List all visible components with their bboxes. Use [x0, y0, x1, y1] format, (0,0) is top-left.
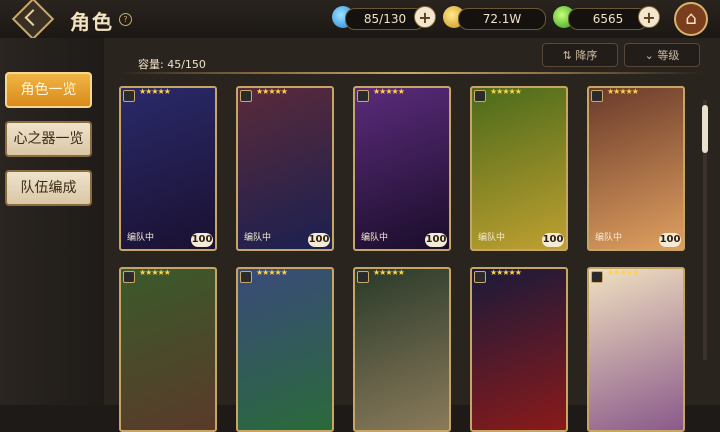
in-team-label: 编队中: [361, 233, 389, 243]
sort-order-label: 降序: [575, 49, 598, 62]
rarity-stars: ★★★★★: [490, 268, 522, 277]
element-icon: [123, 271, 135, 283]
level-badge: 100: [425, 233, 447, 247]
element-icon: [474, 90, 486, 102]
character-card[interactable]: ★★★★★: [236, 267, 334, 432]
capacity-label: 容量: 45/150: [138, 58, 206, 71]
rarity-stars: ★★★★★: [139, 268, 171, 277]
rarity-stars: ★★★★★: [607, 268, 639, 277]
chevron-left-icon: [24, 9, 42, 27]
element-icon: [240, 90, 252, 102]
rarity-stars: ★★★★★: [373, 87, 405, 96]
level-badge: 100: [659, 233, 681, 247]
rarity-stars: ★★★★★: [373, 268, 405, 277]
rarity-stars: ★★★★★: [139, 87, 171, 96]
sort-by-label: 等级: [657, 49, 680, 62]
element-icon: [357, 271, 369, 283]
divider: [118, 72, 702, 74]
element-icon: [123, 90, 135, 102]
character-card[interactable]: ★★★★★: [470, 267, 568, 432]
home-button[interactable]: ⌂: [674, 2, 708, 36]
top-bar: 角色 ? 85/130 + 72.1W 6565 + ⌂: [0, 0, 720, 41]
level-badge: 100: [542, 233, 564, 247]
sidebar: 角色一览 心之器一览 队伍编成: [0, 38, 104, 405]
sort-order-button[interactable]: ⇅ 降序: [542, 43, 618, 67]
rarity-stars: ★★★★★: [490, 87, 522, 96]
chevron-down-icon: ⌄: [644, 49, 658, 62]
add-stamina-button[interactable]: +: [414, 6, 436, 28]
in-team-label: 编队中: [595, 233, 623, 243]
sort-by-dropdown[interactable]: ⌄ 等级: [624, 43, 700, 67]
gem-counter: 6565: [568, 8, 648, 30]
element-icon: [357, 90, 369, 102]
character-card[interactable]: ★★★★★ 编队中 100: [236, 86, 334, 251]
in-team-label: 编队中: [127, 233, 155, 243]
level-badge: 100: [308, 233, 330, 247]
character-card[interactable]: ★★★★★: [353, 267, 451, 432]
character-card[interactable]: ★★★★★: [119, 267, 217, 432]
element-icon: [474, 271, 486, 283]
in-team-label: 编队中: [478, 233, 506, 243]
character-card[interactable]: ★★★★★: [587, 267, 685, 432]
element-icon: [240, 271, 252, 283]
rarity-stars: ★★★★★: [607, 87, 639, 96]
in-team-label: 编队中: [244, 233, 272, 243]
home-icon: ⌂: [685, 8, 697, 29]
sort-icon: ⇅: [562, 49, 576, 62]
stamina-counter: 85/130: [345, 8, 425, 30]
add-gem-button[interactable]: +: [638, 6, 660, 28]
level-badge: 100: [191, 233, 213, 247]
back-button[interactable]: [11, 0, 55, 41]
element-icon: [591, 90, 603, 102]
character-list-panel: 容量: 45/150 ⇅ 降序 ⌄ 等级 ★★★★★ 编队中 100 ★★★★★ 编队中…: [104, 38, 720, 432]
character-card[interactable]: ★★★★★ 编队中 100: [587, 86, 685, 251]
gold-counter: 72.1W: [458, 8, 546, 30]
character-card[interactable]: ★★★★★ 编队中 100: [470, 86, 568, 251]
rarity-stars: ★★★★★: [256, 87, 288, 96]
sidebar-item-character-list[interactable]: 角色一览: [5, 72, 92, 108]
scrollbar-thumb[interactable]: [702, 105, 708, 153]
page-title: 角色: [70, 10, 114, 34]
rarity-stars: ★★★★★: [256, 268, 288, 277]
help-icon[interactable]: ?: [119, 13, 132, 26]
element-icon: [591, 271, 603, 283]
sidebar-item-heart-vessel-list[interactable]: 心之器一览: [5, 121, 92, 157]
character-card[interactable]: ★★★★★ 编队中 100: [119, 86, 217, 251]
sidebar-item-team-formation[interactable]: 队伍编成: [5, 170, 92, 206]
character-card[interactable]: ★★★★★ 编队中 100: [353, 86, 451, 251]
